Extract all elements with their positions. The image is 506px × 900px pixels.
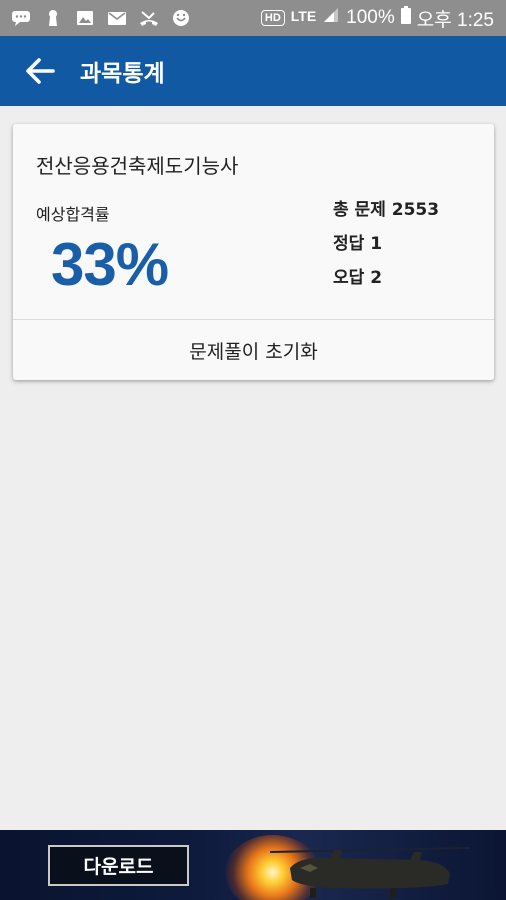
pass-rate-label: 예상합격률 <box>36 205 110 224</box>
notification-icons <box>0 9 192 27</box>
system-status: HD LTE 100% 오후 1:25 <box>260 5 506 32</box>
correct-count: 정답 1 <box>333 234 383 254</box>
subject-stats-card: 전산응용건축제도기능사 예상합격률 33% 총 문제 2553 정답 1 오답 … <box>13 124 494 380</box>
hd-icon: HD <box>260 10 285 26</box>
mail-icon <box>106 9 128 27</box>
image-icon <box>74 9 96 27</box>
battery-icon <box>400 6 411 30</box>
keyhole-icon <box>42 9 64 27</box>
wrong-count: 오답 2 <box>333 268 383 288</box>
question-stats: 총 문제 2553 정답 1 오답 2 <box>333 198 439 300</box>
ad-banner[interactable]: 다운로드 <box>0 830 506 900</box>
back-button[interactable] <box>0 36 80 106</box>
subject-name: 전산응용건축제도기능사 <box>36 154 239 178</box>
missed-call-icon <box>138 9 160 27</box>
clock: 오후 1:25 <box>416 9 494 31</box>
reset-progress-button[interactable]: 문제풀이 초기화 <box>13 320 494 380</box>
arrow-back-icon <box>26 58 55 84</box>
chat-icon <box>10 9 32 27</box>
total-questions: 총 문제 2553 <box>333 200 440 220</box>
signal-icon <box>322 7 340 29</box>
ad-download-button[interactable]: 다운로드 <box>48 845 189 886</box>
pass-rate-value: 33% <box>51 231 169 298</box>
page-title: 과목통계 <box>80 61 165 87</box>
lte-icon: LTE <box>290 8 317 24</box>
helicopter-icon <box>270 847 470 898</box>
status-bar: HD LTE 100% 오후 1:25 <box>0 0 506 36</box>
battery-percent: 100% <box>346 7 395 28</box>
app-icon <box>170 9 192 27</box>
app-bar: 과목통계 <box>0 36 506 106</box>
